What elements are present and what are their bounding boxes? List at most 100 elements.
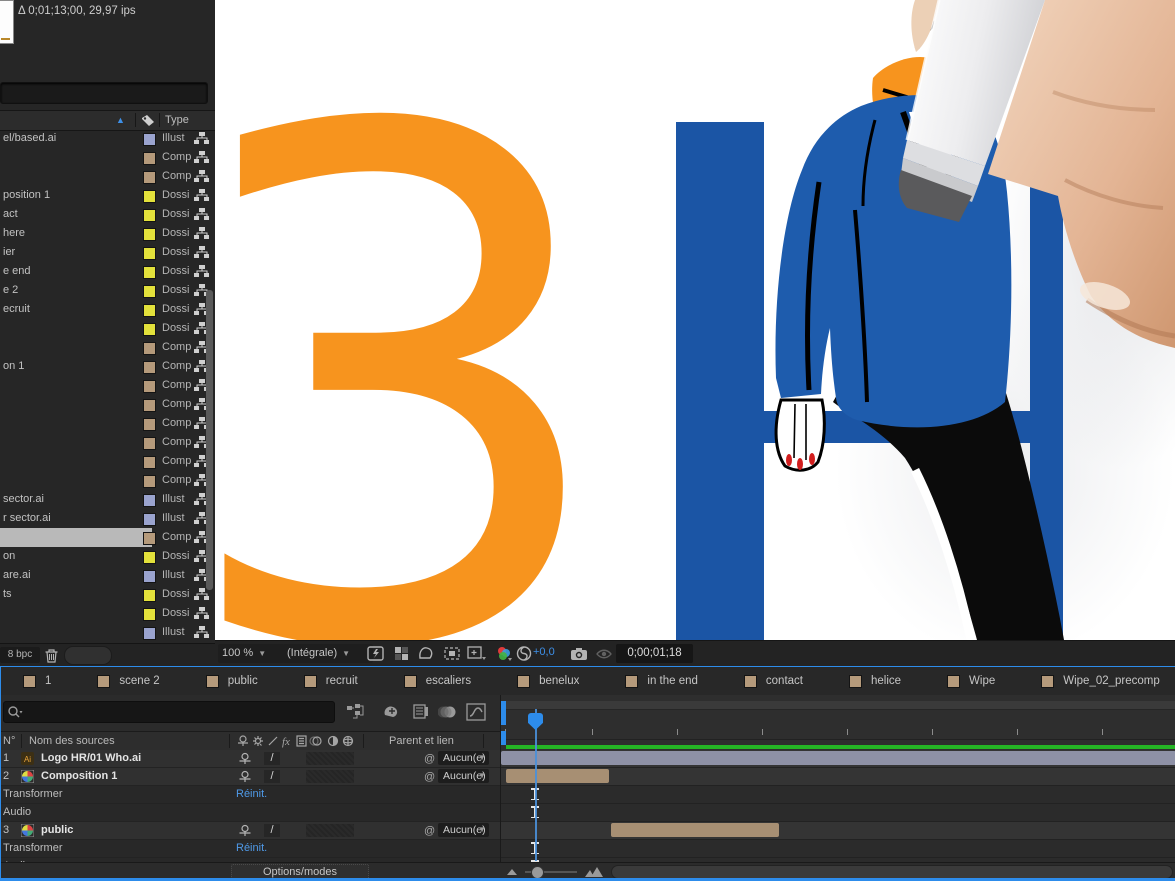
- project-item[interactable]: Comp: [0, 338, 215, 357]
- source-name-column[interactable]: Nom des sources: [29, 732, 115, 750]
- label-color-swatch[interactable]: [143, 513, 156, 526]
- label-color-swatch[interactable]: [143, 532, 156, 545]
- exposure-value[interactable]: +0,0: [533, 646, 555, 658]
- label-color-swatch[interactable]: [143, 475, 156, 488]
- project-item[interactable]: sector.ai Illust: [0, 490, 215, 509]
- exposure-reset-icon[interactable]: [515, 645, 533, 662]
- label-color-swatch[interactable]: [143, 551, 156, 564]
- frame-blending-icon[interactable]: [411, 703, 431, 721]
- work-area-bar[interactable]: [501, 701, 1175, 710]
- timeline-tab[interactable]: recruit: [282, 667, 382, 695]
- project-search-input[interactable]: [0, 82, 208, 104]
- flowchart-badge-icon[interactable]: [194, 169, 210, 184]
- timeline-tab[interactable]: public: [184, 667, 282, 695]
- project-item[interactable]: Dossi: [0, 319, 215, 338]
- project-item[interactable]: r sector.ai Illust: [0, 509, 215, 528]
- project-item[interactable]: ts Dossi: [0, 585, 215, 604]
- flowchart-badge-icon[interactable]: [194, 150, 210, 165]
- layer-row[interactable]: 3 public / @ Aucun(e)▼: [1, 822, 501, 840]
- comp-mini-flowchart-icon[interactable]: [346, 703, 366, 721]
- timeline-tab[interactable]: scene 2: [75, 667, 183, 695]
- zoom-in-mountain-icon[interactable]: [585, 866, 603, 878]
- project-item[interactable]: Comp: [0, 452, 215, 471]
- label-color-swatch[interactable]: [143, 608, 156, 621]
- project-item[interactable]: e end Dossi: [0, 262, 215, 281]
- motion-blur-icon[interactable]: [438, 703, 458, 721]
- layer-row[interactable]: 1 Ai Logo HR/01 Who.ai / @ Aucun(e)▼: [1, 750, 501, 768]
- label-color-swatch[interactable]: [143, 418, 156, 431]
- layer-duration-bar[interactable]: [501, 751, 1175, 765]
- horizontal-scrollbar[interactable]: [611, 865, 1173, 879]
- label-color-swatch[interactable]: [143, 133, 156, 146]
- color-depth-button[interactable]: 8 bpc: [0, 647, 40, 663]
- transparency-grid-icon[interactable]: [393, 645, 411, 662]
- audio-property-row[interactable]: Audio: [1, 804, 501, 822]
- label-color-swatch[interactable]: [143, 152, 156, 165]
- draft-3d-icon[interactable]: [381, 703, 401, 721]
- quality-switch[interactable]: /: [264, 770, 280, 783]
- label-color-swatch[interactable]: [143, 171, 156, 184]
- label-color-swatch[interactable]: [143, 266, 156, 279]
- reset-link[interactable]: Réinit.: [236, 840, 267, 857]
- layer-name[interactable]: Logo HR/01 Who.ai: [41, 750, 141, 767]
- choose-grid-guides-icon[interactable]: [466, 645, 488, 662]
- region-of-interest-icon[interactable]: [443, 645, 461, 662]
- quality-switch[interactable]: /: [264, 752, 280, 765]
- layer-bar-lane[interactable]: [501, 750, 1175, 768]
- project-item[interactable]: Dossi: [0, 604, 215, 623]
- project-item[interactable]: Comp: [0, 167, 215, 186]
- project-item[interactable]: on Dossi: [0, 547, 215, 566]
- project-item[interactable]: on 1 Comp: [0, 357, 215, 376]
- timeline-tab[interactable]: Wipe: [925, 667, 1019, 695]
- timeline-tab[interactable]: escaliers: [382, 667, 495, 695]
- project-item[interactable]: Comp: [0, 414, 215, 433]
- project-item[interactable]: ecruit Dossi: [0, 300, 215, 319]
- parent-pickwhip-icon[interactable]: @: [424, 751, 435, 768]
- label-color-swatch[interactable]: [143, 304, 156, 317]
- timeline-tab[interactable]: Wipe_02_precomp: [1019, 667, 1175, 695]
- project-item[interactable]: Comp: [0, 395, 215, 414]
- label-color-swatch[interactable]: [143, 247, 156, 260]
- label-color-swatch[interactable]: [143, 456, 156, 469]
- shy-switch-icon[interactable]: [238, 824, 252, 837]
- label-color-swatch[interactable]: [143, 323, 156, 336]
- magnification-dropdown[interactable]: 100 %▼: [218, 644, 284, 663]
- flowchart-badge-icon[interactable]: [194, 188, 210, 203]
- label-color-swatch[interactable]: [143, 228, 156, 241]
- layer-bar-lane[interactable]: [501, 768, 1175, 786]
- project-item[interactable]: Comp: [0, 376, 215, 395]
- timeline-tab[interactable]: in the end: [603, 667, 722, 695]
- project-item[interactable]: el/based.ai Illust: [0, 129, 215, 148]
- project-item[interactable]: act Dossi: [0, 205, 215, 224]
- composition-viewport[interactable]: 3: [215, 0, 1175, 640]
- flowchart-badge-icon[interactable]: [194, 207, 210, 222]
- flowchart-badge-icon[interactable]: [194, 131, 210, 146]
- parent-pickwhip-icon[interactable]: @: [424, 823, 435, 840]
- flowchart-badge-icon[interactable]: [194, 606, 210, 621]
- label-color-swatch[interactable]: [143, 285, 156, 298]
- project-item[interactable]: ier Dossi: [0, 243, 215, 262]
- timeline-tab[interactable]: helice: [827, 667, 925, 695]
- project-item[interactable]: position 1 Dossi: [0, 186, 215, 205]
- project-column-header[interactable]: ▲ Type: [0, 110, 215, 131]
- project-item[interactable]: Comp: [0, 528, 215, 547]
- project-item[interactable]: Comp: [0, 471, 215, 490]
- snapshot-camera-icon[interactable]: [570, 645, 588, 662]
- timeline-tab[interactable]: 1: [1, 667, 75, 695]
- switch-wells[interactable]: [306, 752, 354, 765]
- flowchart-badge-icon[interactable]: [194, 625, 210, 640]
- switch-wells[interactable]: [306, 770, 354, 783]
- label-color-swatch[interactable]: [143, 437, 156, 450]
- sort-indicator-icon[interactable]: ▲: [116, 116, 125, 125]
- transform-property-row[interactable]: Transformer Réinit.: [1, 840, 501, 858]
- project-item[interactable]: e 2 Dossi: [0, 281, 215, 300]
- property-lane[interactable]: [501, 840, 1175, 858]
- comp-marker-bin[interactable]: [501, 701, 506, 725]
- layer-switches-column-icons[interactable]: fx: [237, 734, 355, 748]
- project-item[interactable]: Comp: [0, 433, 215, 452]
- switch-wells[interactable]: [306, 824, 354, 837]
- flowchart-badge-icon[interactable]: [194, 226, 210, 241]
- work-area-start-marker[interactable]: [501, 731, 506, 745]
- parent-dropdown[interactable]: Aucun(e)▼: [438, 823, 489, 837]
- project-item[interactable]: Comp: [0, 148, 215, 167]
